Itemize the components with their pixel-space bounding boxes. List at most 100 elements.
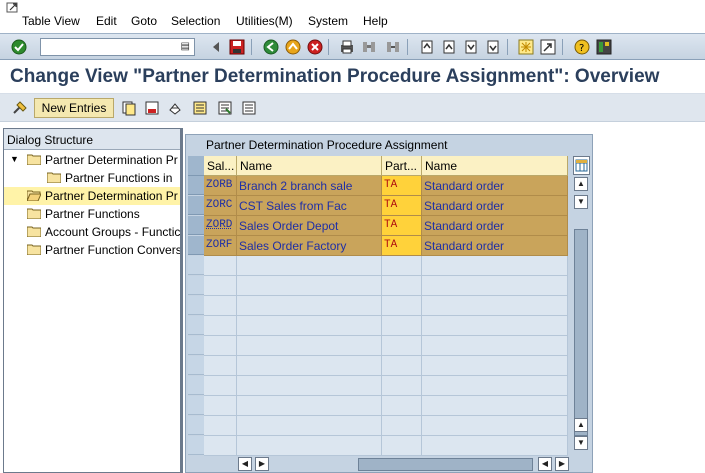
first-page-icon[interactable]	[418, 38, 435, 55]
row-selector[interactable]	[188, 316, 204, 335]
exit-icon[interactable]	[284, 38, 301, 55]
row-selector[interactable]	[188, 416, 204, 435]
tree-node-partner-determination[interactable]: ▼ Partner Determination Pr	[4, 151, 180, 169]
empty-cell[interactable]	[382, 276, 422, 296]
column-header-sales-doc-type[interactable]: Sal...	[204, 156, 237, 176]
column-header-name[interactable]: Name	[237, 156, 382, 176]
shortcut-icon[interactable]	[539, 38, 556, 55]
scroll-right-icon[interactable]: ▶	[555, 457, 569, 471]
cell-sales-doc-type[interactable]: ZORF	[204, 236, 237, 256]
row-selector[interactable]	[188, 236, 204, 255]
menu-table-view[interactable]: Table View	[22, 14, 80, 28]
empty-cell[interactable]	[204, 316, 237, 336]
triangle-left-icon[interactable]	[207, 38, 224, 55]
empty-cell[interactable]	[237, 316, 382, 336]
horizontal-scrollbar[interactable]: ◀ ▶ ◀ ▶	[238, 457, 573, 472]
command-field[interactable]: ▤	[40, 38, 195, 56]
cell-partner-procedure[interactable]: TA	[382, 176, 422, 196]
empty-cell[interactable]	[382, 356, 422, 376]
find-icon[interactable]	[360, 38, 377, 55]
empty-cell[interactable]	[422, 296, 568, 316]
scroll-up-icon[interactable]: ▲	[574, 418, 588, 432]
empty-cell[interactable]	[204, 336, 237, 356]
menu-help[interactable]: Help	[363, 14, 388, 28]
select-block-icon[interactable]	[216, 99, 233, 116]
row-selector[interactable]	[188, 276, 204, 295]
vertical-scrollbar[interactable]: ▲ ▼ ▲ ▼	[573, 175, 590, 457]
empty-cell[interactable]	[237, 416, 382, 436]
back-icon[interactable]	[262, 38, 279, 55]
cell-sales-doc-type[interactable]: ZORC	[204, 196, 237, 216]
sap-menu-icon[interactable]	[6, 2, 20, 14]
cell-sales-doc-type[interactable]: ZORB	[204, 176, 237, 196]
row-selector[interactable]	[188, 256, 204, 275]
menu-edit[interactable]: Edit	[96, 14, 117, 28]
empty-cell[interactable]	[204, 376, 237, 396]
column-header-procedure-name[interactable]: Name	[422, 156, 568, 176]
empty-cell[interactable]	[382, 336, 422, 356]
empty-cell[interactable]	[382, 316, 422, 336]
menu-selection[interactable]: Selection	[171, 14, 220, 28]
empty-cell[interactable]	[204, 436, 237, 456]
last-page-icon[interactable]	[484, 38, 501, 55]
scroll-left-icon[interactable]: ◀	[538, 457, 552, 471]
empty-cell[interactable]	[422, 316, 568, 336]
expand-triangle-icon[interactable]: ▼	[10, 154, 19, 164]
empty-cell[interactable]	[422, 416, 568, 436]
empty-cell[interactable]	[204, 296, 237, 316]
empty-cell[interactable]	[237, 376, 382, 396]
table-settings-icon[interactable]	[573, 156, 590, 175]
cancel-icon[interactable]	[306, 38, 323, 55]
copy-as-icon[interactable]	[120, 99, 137, 116]
select-all-rows-corner[interactable]	[188, 156, 204, 176]
tree-node-procedure-assignment[interactable]: Partner Determination Pr	[4, 187, 180, 205]
empty-cell[interactable]	[422, 396, 568, 416]
cell-partner-procedure[interactable]: TA	[382, 236, 422, 256]
empty-cell[interactable]	[382, 436, 422, 456]
row-selector[interactable]	[188, 196, 204, 215]
column-header-partner-procedure[interactable]: Part...	[382, 156, 422, 176]
undo-change-icon[interactable]	[166, 99, 183, 116]
create-session-icon[interactable]	[517, 38, 534, 55]
next-page-icon[interactable]	[462, 38, 479, 55]
previous-page-icon[interactable]	[440, 38, 457, 55]
tree-node-account-groups[interactable]: Account Groups - Functic	[4, 223, 180, 241]
scroll-down-icon[interactable]: ▼	[574, 436, 588, 450]
empty-cell[interactable]	[422, 276, 568, 296]
empty-cell[interactable]	[204, 356, 237, 376]
find-next-icon[interactable]	[384, 38, 401, 55]
row-selector[interactable]	[188, 436, 204, 455]
horizontal-scroll-thumb[interactable]	[358, 458, 533, 471]
empty-cell[interactable]	[237, 276, 382, 296]
new-entries-button[interactable]: New Entries	[34, 98, 114, 118]
scroll-up-icon[interactable]: ▲	[574, 177, 588, 191]
tree-node-partner-functions-in[interactable]: Partner Functions in	[4, 169, 180, 187]
menu-utilities[interactable]: Utilities(M)	[236, 14, 293, 28]
empty-cell[interactable]	[382, 416, 422, 436]
row-selector[interactable]	[188, 176, 204, 195]
tree-node-function-conversion[interactable]: Partner Function Convers	[4, 241, 180, 259]
empty-cell[interactable]	[422, 336, 568, 356]
row-selector[interactable]	[188, 216, 204, 235]
select-all-icon[interactable]	[191, 99, 208, 116]
empty-cell[interactable]	[382, 296, 422, 316]
empty-cell[interactable]	[422, 356, 568, 376]
empty-cell[interactable]	[237, 396, 382, 416]
cell-partner-procedure[interactable]: TA	[382, 216, 422, 236]
dropdown-icon[interactable]: ▤	[181, 41, 190, 52]
menu-goto[interactable]: Goto	[131, 14, 157, 28]
layout-menu-icon[interactable]	[595, 38, 612, 55]
cell-sales-doc-type[interactable]: ZORD	[204, 216, 237, 236]
empty-cell[interactable]	[204, 416, 237, 436]
row-selector[interactable]	[188, 336, 204, 355]
row-selector[interactable]	[188, 376, 204, 395]
delete-icon[interactable]	[143, 99, 160, 116]
scroll-down-icon[interactable]: ▼	[574, 195, 588, 209]
empty-cell[interactable]	[237, 256, 382, 276]
display-change-icon[interactable]	[11, 99, 28, 116]
deselect-all-icon[interactable]	[240, 99, 257, 116]
vertical-scroll-thumb[interactable]	[574, 229, 588, 436]
empty-cell[interactable]	[382, 376, 422, 396]
empty-cell[interactable]	[204, 276, 237, 296]
help-icon[interactable]: ?	[573, 38, 590, 55]
